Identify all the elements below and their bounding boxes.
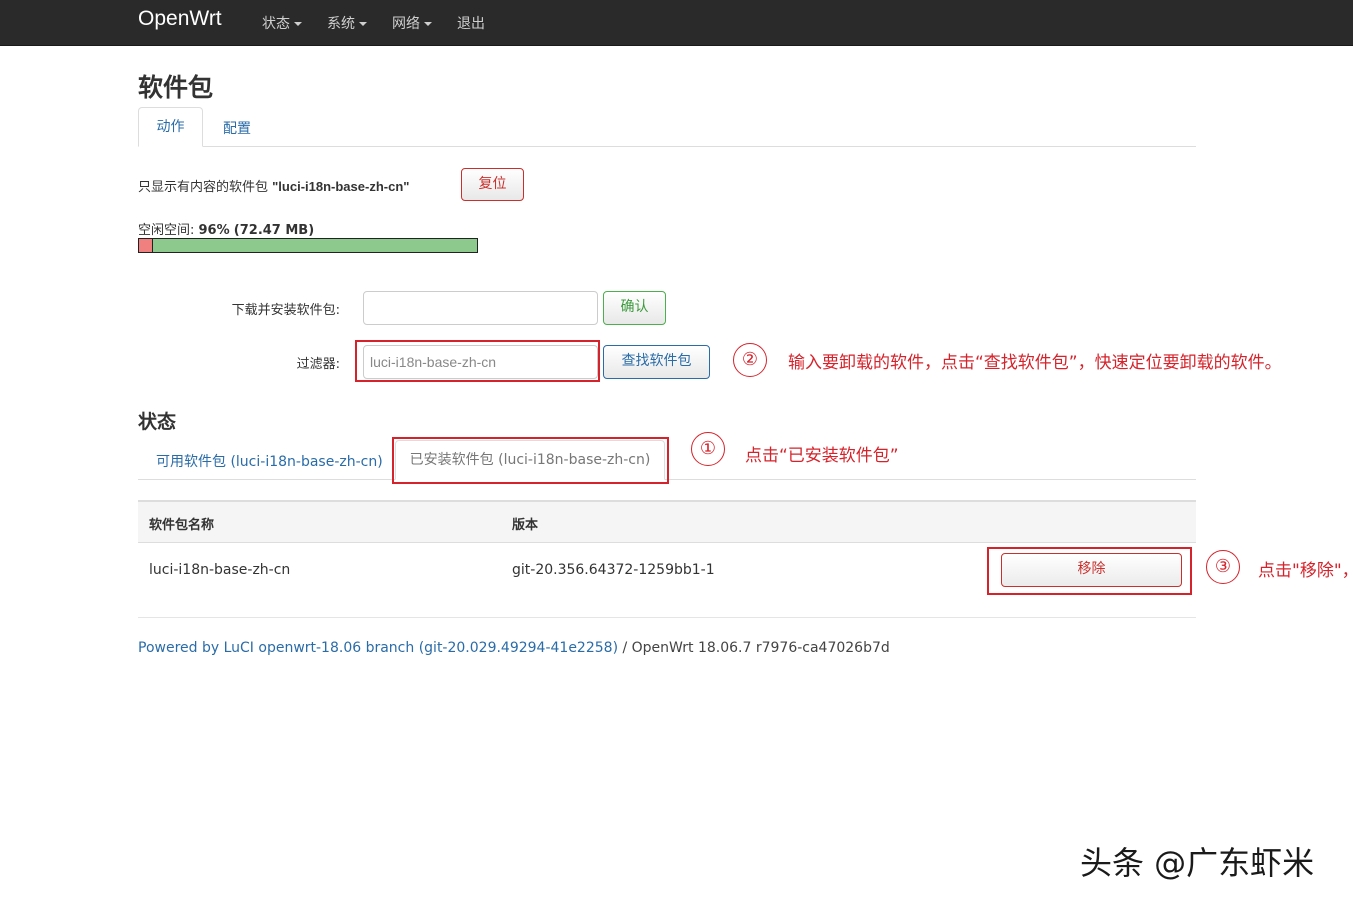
package-name-cell: luci-i18n-base-zh-cn bbox=[149, 562, 290, 578]
find-package-button[interactable]: 查找软件包 bbox=[603, 345, 710, 379]
tab-actions[interactable]: 动作 bbox=[138, 107, 203, 147]
download-package-input[interactable] bbox=[363, 291, 598, 325]
free-space-size: (72.47 MB) bbox=[234, 223, 314, 238]
nav-logout[interactable]: 退出 bbox=[457, 13, 485, 33]
tab-configuration[interactable]: 配置 bbox=[223, 118, 251, 138]
filter-query: "luci-i18n-base-zh-cn" bbox=[272, 179, 409, 194]
used-space-fill bbox=[139, 239, 153, 252]
annotation-number-3: ③ bbox=[1206, 550, 1240, 584]
watermark: 头条 @广东虾米 bbox=[1080, 838, 1314, 884]
annotation-text-3: 点击"移除"， bbox=[1258, 556, 1353, 581]
annotation-number-2: ② bbox=[733, 343, 767, 377]
filter-label: 过滤器: bbox=[230, 353, 340, 372]
caret-down-icon bbox=[294, 22, 302, 26]
footer: Powered by LuCI openwrt-18.06 branch (gi… bbox=[138, 640, 890, 656]
caret-down-icon bbox=[359, 22, 367, 26]
footer-version: / OpenWrt 18.06.7 r7976-ca47026b7d bbox=[618, 640, 890, 656]
reset-button[interactable]: 复位 bbox=[461, 168, 524, 201]
nav-network-menu[interactable]: 网络 bbox=[392, 13, 432, 33]
nav-system-menu[interactable]: 系统 bbox=[327, 13, 367, 33]
nav-status-menu[interactable]: 状态 bbox=[262, 13, 302, 33]
package-version-cell: git-20.356.64372-1259bb1-1 bbox=[512, 562, 715, 578]
annotation-text-1: 点击“已安装软件包” bbox=[745, 441, 899, 466]
caret-down-icon bbox=[424, 22, 432, 26]
free-space-percent: 96% bbox=[199, 223, 230, 238]
brand-logo[interactable]: OpenWrt bbox=[138, 7, 222, 31]
tab-available-packages[interactable]: 可用软件包 (luci-i18n-base-zh-cn) bbox=[156, 451, 383, 471]
download-label: 下载并安装软件包: bbox=[200, 299, 340, 318]
filter-note: 只显示有内容的软件包 "luci-i18n-base-zh-cn" bbox=[138, 176, 409, 195]
table-header: 软件包名称 版本 bbox=[138, 500, 1196, 543]
page-title: 软件包 bbox=[138, 68, 213, 104]
highlight-box-installed-tab bbox=[392, 437, 669, 484]
column-header-version: 版本 bbox=[512, 514, 538, 533]
confirm-button[interactable]: 确认 bbox=[603, 291, 666, 325]
free-space-bar bbox=[138, 238, 478, 253]
annotation-text-2: 输入要卸载的软件，点击“查找软件包”，快速定位要卸载的软件。 bbox=[788, 348, 1282, 373]
free-space-label: 空闲空间: 96% (72.47 MB) bbox=[138, 219, 314, 238]
luci-link[interactable]: Powered by LuCI openwrt-18.06 branch (gi… bbox=[138, 640, 618, 656]
top-navbar: OpenWrt 状态 系统 网络 退出 bbox=[0, 0, 1353, 46]
highlight-box-remove bbox=[987, 547, 1192, 595]
tabs-divider bbox=[138, 146, 1196, 147]
annotation-number-1: ① bbox=[691, 432, 725, 466]
status-heading: 状态 bbox=[138, 407, 176, 434]
highlight-box-filter bbox=[355, 340, 600, 382]
column-header-name: 软件包名称 bbox=[149, 514, 214, 533]
